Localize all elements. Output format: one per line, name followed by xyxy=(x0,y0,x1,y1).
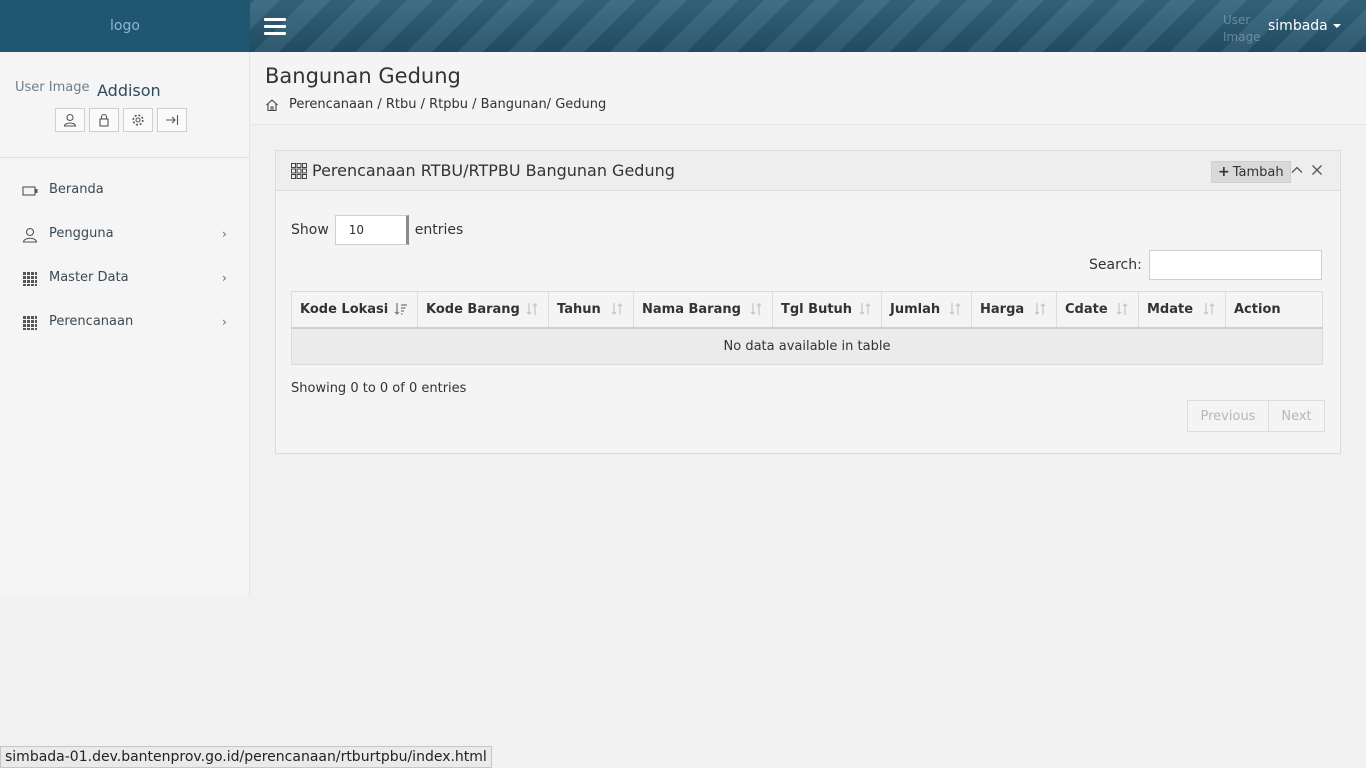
profile-button[interactable] xyxy=(55,108,85,132)
sidebar-item-pengguna[interactable]: Pengguna › xyxy=(0,213,249,257)
previous-button[interactable]: Previous xyxy=(1187,400,1269,432)
panel-title: Perencanaan RTBU/RTPBU Bangunan Gedung xyxy=(312,161,675,180)
data-table: Kode Lokasi Kode Barang Tahun Nama Baran… xyxy=(291,291,1323,365)
breadcrumb: Perencanaan / Rtbu / Rtpbu / Bangunan/ G… xyxy=(265,97,606,112)
logout-icon xyxy=(166,115,179,125)
sort-icon xyxy=(859,303,871,315)
sort-icon xyxy=(750,303,762,315)
show-label: Show xyxy=(291,222,329,238)
logout-button[interactable] xyxy=(157,108,187,132)
user-menu-dropdown[interactable]: simbada xyxy=(1268,18,1341,34)
sort-icon xyxy=(1116,303,1128,315)
table-header-row: Kode Lokasi Kode Barang Tahun Nama Baran… xyxy=(291,291,1323,329)
data-panel: Perencanaan RTBU/RTPBU Bangunan Gedung +… xyxy=(275,150,1341,454)
home-icon xyxy=(22,186,38,196)
user-avatar: User Image xyxy=(1223,13,1261,44)
gear-icon xyxy=(132,114,144,126)
sort-icon xyxy=(611,303,623,315)
page-title: Bangunan Gedung xyxy=(265,64,461,88)
profile-actions xyxy=(55,108,187,132)
lock-button[interactable] xyxy=(89,108,119,132)
logo[interactable]: logo xyxy=(110,18,140,34)
entries-select[interactable]: 10 xyxy=(334,215,409,245)
add-button[interactable]: + Tambah xyxy=(1211,161,1291,183)
sidebar: User Image Addison Beranda Pengguna › Ma… xyxy=(0,52,250,596)
search-label: Search: xyxy=(1089,257,1142,273)
sidebar-item-master-data[interactable]: Master Data › xyxy=(0,257,249,301)
table-info: Showing 0 to 0 of 0 entries xyxy=(291,381,467,396)
column-header[interactable]: Kode Lokasi xyxy=(291,291,418,329)
chevron-right-icon: › xyxy=(222,271,227,285)
column-header[interactable]: Kode Barang xyxy=(417,291,549,329)
profile-icon xyxy=(63,113,77,127)
collapse-icon[interactable] xyxy=(1290,163,1304,177)
username-label: simbada xyxy=(1268,18,1328,34)
status-bar-url: simbada-01.dev.bantenprov.go.id/perencan… xyxy=(0,746,492,768)
chevron-right-icon: › xyxy=(222,227,227,241)
sidebar-item-label: Pengguna xyxy=(49,226,114,241)
search-control: Search: xyxy=(1089,250,1322,280)
entries-label: entries xyxy=(414,222,464,238)
home-icon[interactable] xyxy=(265,98,279,112)
panel-header: Perencanaan RTBU/RTPBU Bangunan Gedung +… xyxy=(276,151,1340,191)
sidebar-item-label: Master Data xyxy=(49,270,129,285)
sidebar-item-label: Perencanaan xyxy=(49,314,134,329)
column-header[interactable]: Harga xyxy=(971,291,1057,329)
length-control: Show 10 entries xyxy=(291,215,463,245)
page-header: Bangunan Gedung Perencanaan / Rtbu / Rtp… xyxy=(251,52,1366,125)
column-header[interactable]: Cdate xyxy=(1056,291,1139,329)
chevron-right-icon: › xyxy=(222,315,227,329)
grid-icon xyxy=(23,316,37,330)
sort-desc-icon xyxy=(394,303,407,315)
breadcrumb-path[interactable]: Perencanaan / Rtbu / Rtpbu / Bangunan/ G… xyxy=(289,97,606,112)
logo-area[interactable]: logo xyxy=(0,0,250,52)
pagination: Previous Next xyxy=(1187,400,1325,432)
column-header[interactable]: Tahun xyxy=(548,291,634,329)
column-header[interactable]: Nama Barang xyxy=(633,291,773,329)
user-icon xyxy=(22,227,38,243)
top-navbar: logo User Image simbada xyxy=(0,0,1366,52)
grid-icon xyxy=(291,163,307,179)
sidebar-toggle-button[interactable] xyxy=(264,18,286,36)
sidebar-item-beranda[interactable]: Beranda xyxy=(0,169,249,213)
grid-icon xyxy=(23,272,37,286)
user-profile: User Image Addison xyxy=(0,52,249,158)
sort-icon xyxy=(526,303,538,315)
close-icon[interactable] xyxy=(1310,163,1324,177)
table-row: No data available in table xyxy=(291,327,1323,365)
sort-icon xyxy=(1203,303,1215,315)
caret-down-icon xyxy=(1332,24,1341,28)
add-button-label: Tambah xyxy=(1232,164,1284,180)
profile-name: Addison xyxy=(97,81,161,100)
profile-avatar: User Image xyxy=(15,80,90,95)
column-header[interactable]: Mdate xyxy=(1138,291,1226,329)
sort-icon xyxy=(1034,303,1046,315)
column-header[interactable]: Jumlah xyxy=(881,291,972,329)
sidebar-menu: Beranda Pengguna › Master Data › Perenca… xyxy=(0,158,249,345)
sidebar-item-perencanaan[interactable]: Perencanaan › xyxy=(0,301,249,345)
sidebar-item-label: Beranda xyxy=(49,182,104,197)
plus-icon: + xyxy=(1218,164,1230,180)
empty-table-message: No data available in table xyxy=(291,327,1323,365)
search-input[interactable] xyxy=(1148,250,1322,280)
sort-icon xyxy=(949,303,961,315)
column-header: Action xyxy=(1225,291,1323,329)
column-header[interactable]: Tgl Butuh xyxy=(772,291,882,329)
next-button[interactable]: Next xyxy=(1269,400,1325,432)
settings-button[interactable] xyxy=(123,108,153,132)
lock-icon xyxy=(99,113,109,127)
